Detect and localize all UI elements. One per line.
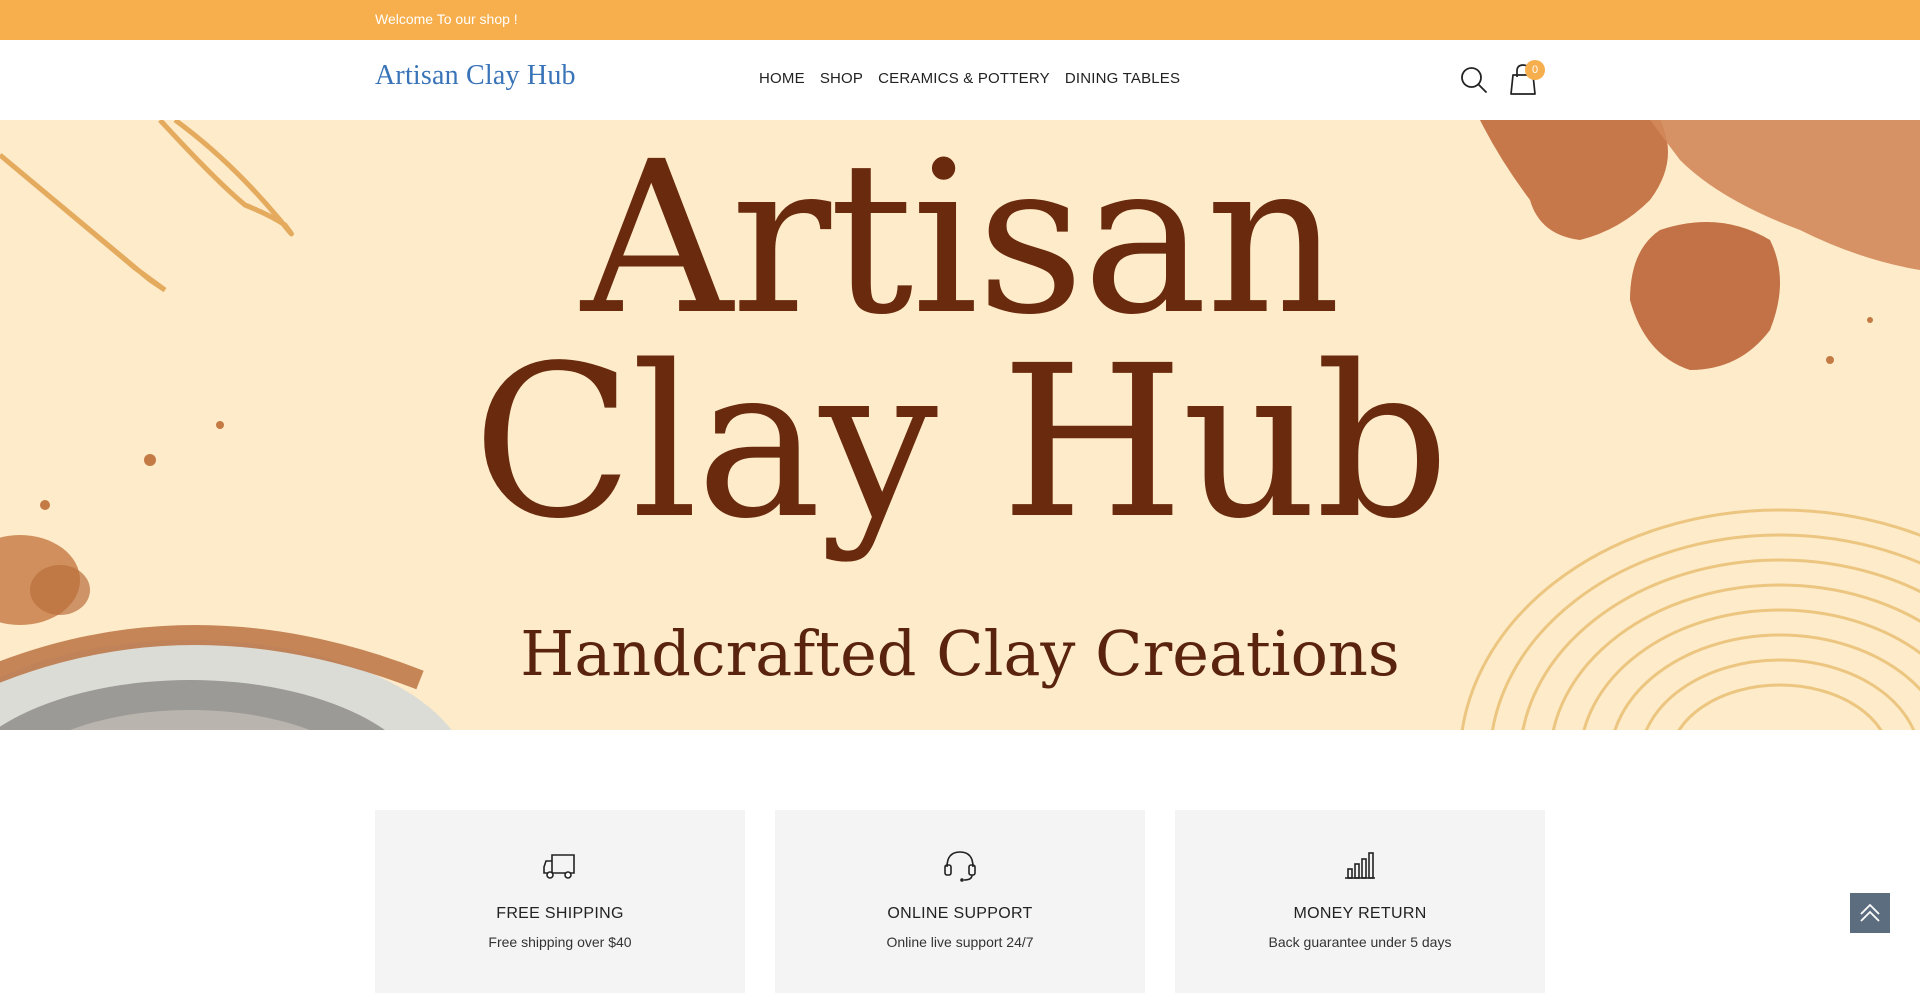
feature-title: MONEY RETURN — [1293, 905, 1427, 922]
headset-icon — [944, 851, 976, 882]
nav-shop[interactable]: SHOP — [820, 70, 863, 87]
feature-title: FREE SHIPPING — [496, 905, 624, 922]
back-to-top-button[interactable] — [1850, 893, 1890, 933]
cart-count-badge: 0 — [1525, 60, 1545, 80]
feature-online-support: ONLINE SUPPORT Online live support 24/7 — [775, 810, 1145, 993]
hero-subtitle: Handcrafted Clay Creations — [520, 617, 1400, 690]
features-row: FREE SHIPPING Free shipping over $40 ONL… — [375, 810, 1545, 993]
welcome-text: Welcome To our shop ! — [375, 11, 518, 27]
site-logo[interactable]: Artisan Clay Hub — [375, 60, 576, 92]
feature-title: ONLINE SUPPORT — [887, 905, 1033, 922]
double-chevron-up-icon — [1860, 903, 1880, 922]
hero-title-line-1: Artisan — [581, 120, 1341, 361]
bar-chart-icon — [1345, 852, 1375, 879]
feature-description: Free shipping over $40 — [488, 934, 632, 950]
feature-description: Online live support 24/7 — [886, 934, 1034, 950]
nav-dining-tables[interactable]: DINING TABLES — [1065, 70, 1180, 87]
hero-title-line-2: Clay Hub — [472, 320, 1449, 565]
hero-banner: Artisan Clay Hub Handcrafted Clay Creati… — [0, 120, 1920, 730]
feature-description: Back guarantee under 5 days — [1268, 934, 1452, 950]
feature-free-shipping: FREE SHIPPING Free shipping over $40 — [375, 810, 745, 993]
nav-home[interactable]: HOME — [759, 70, 805, 87]
main-nav: HOME SHOP CERAMICS & POTTERY DINING TABL… — [759, 70, 1180, 87]
site-header: Artisan Clay Hub HOME SHOP CERAMICS & PO… — [0, 40, 1920, 120]
truck-icon — [543, 854, 575, 879]
search-icon — [1461, 67, 1487, 93]
top-announcement-bar: Welcome To our shop ! — [0, 0, 1920, 40]
nav-ceramics-pottery[interactable]: CERAMICS & POTTERY — [878, 70, 1050, 87]
feature-money-return: MONEY RETURN Back guarantee under 5 days — [1175, 810, 1545, 993]
search-button[interactable] — [1459, 65, 1489, 95]
